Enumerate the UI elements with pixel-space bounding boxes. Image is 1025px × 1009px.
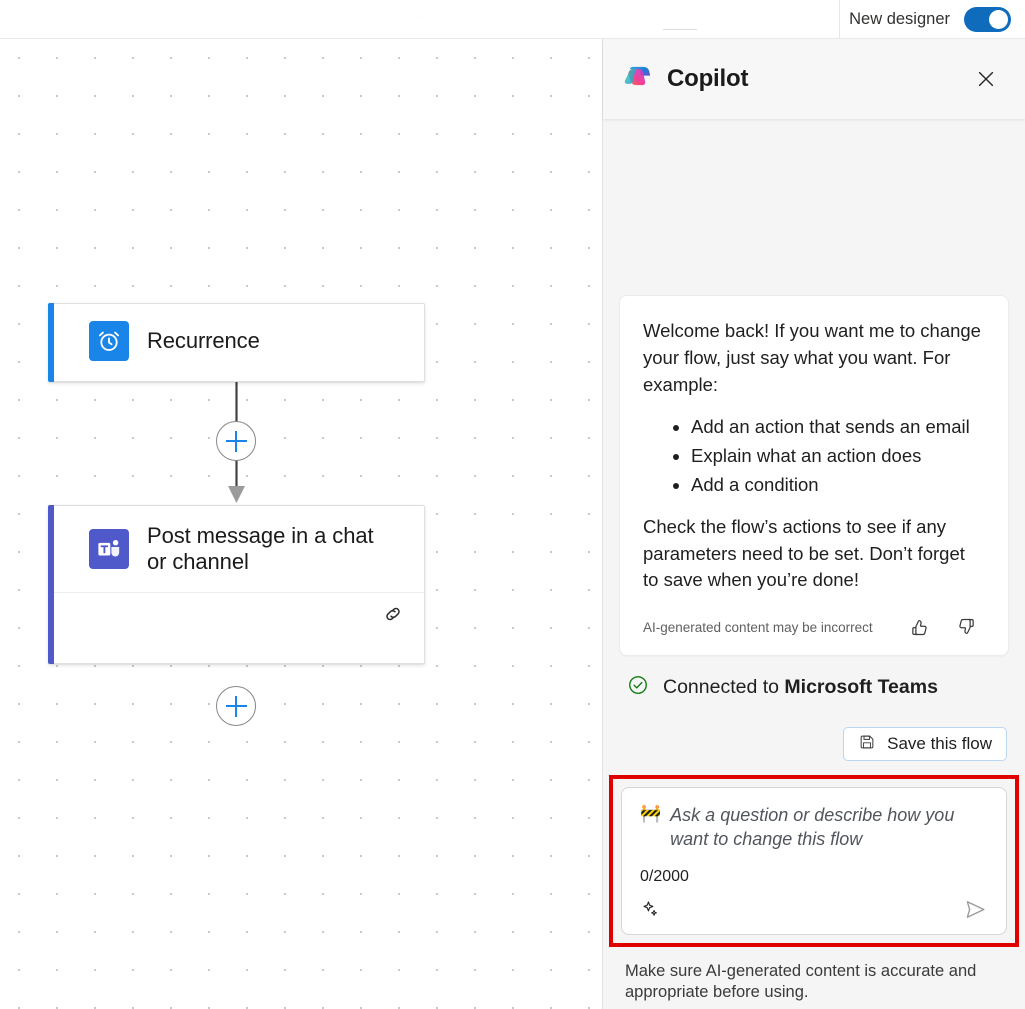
composer-highlight-box: 🚧 Ask a question or describe how you wan… — [609, 775, 1019, 947]
flow-node-recurrence[interactable]: Recurrence — [48, 303, 425, 382]
connection-status-text: Connected to Microsoft Teams — [663, 676, 938, 699]
suggested-actions-row: Save this flow — [619, 727, 1009, 761]
thumbs-down-icon[interactable] — [953, 614, 979, 640]
save-this-flow-label: Save this flow — [887, 734, 992, 754]
chat-composer[interactable]: 🚧 Ask a question or describe how you wan… — [621, 787, 1007, 935]
node-header: Recurrence — [49, 304, 424, 378]
truncated-toolbar-remnant-2 — [663, 29, 697, 30]
sparkles-icon[interactable] — [638, 896, 664, 922]
message-feedback-actions — [907, 614, 985, 640]
toolbar-divider — [839, 0, 840, 39]
connection-status-prefix: Connected to — [663, 676, 784, 698]
alarm-clock-icon — [89, 321, 129, 361]
composer-toolbar — [638, 894, 990, 924]
canvas-panel-divider — [602, 39, 603, 1009]
construction-barrier-icon: 🚧 — [640, 804, 661, 824]
add-step-button-1[interactable] — [216, 421, 256, 461]
close-icon[interactable] — [969, 62, 1003, 96]
message-outro: Check the flow’s actions to see if any p… — [643, 514, 985, 594]
copilot-conversation: Welcome back! If you want me to change y… — [603, 119, 1025, 947]
top-command-bar: · ·· ·· · New designer — [0, 0, 1025, 39]
flow-canvas[interactable]: Recurrence Post message in a chat or cha… — [0, 39, 603, 1009]
composer-placeholder-row: 🚧 Ask a question or describe how you wan… — [640, 804, 988, 852]
node-footer — [49, 592, 424, 636]
add-step-button-2[interactable] — [216, 686, 256, 726]
save-this-flow-button[interactable]: Save this flow — [843, 727, 1007, 761]
copilot-footer-note: Make sure AI-generated content is accura… — [603, 947, 1025, 1009]
new-designer-control: New designer — [849, 0, 1011, 39]
ai-disclaimer-text: AI-generated content may be incorrect — [643, 620, 873, 635]
toggle-knob — [989, 10, 1008, 29]
new-designer-toggle[interactable] — [964, 7, 1011, 32]
checkmark-circle-icon — [627, 674, 649, 701]
message-footer: AI-generated content may be incorrect — [643, 614, 985, 640]
thumbs-up-icon[interactable] — [907, 614, 933, 640]
node-title: Recurrence — [147, 328, 260, 354]
microsoft-teams-icon — [89, 529, 129, 569]
save-floppy-icon — [858, 733, 876, 756]
connection-service-name: Microsoft Teams — [784, 676, 938, 698]
node-header: Post message in a chat or channel — [49, 506, 424, 592]
character-count: 0/2000 — [640, 868, 689, 886]
list-item: Explain what an action does — [691, 443, 985, 470]
chat-input[interactable]: Ask a question or describe how you want … — [670, 804, 988, 852]
truncated-toolbar-remnant: · ·· ·· · — [408, 14, 446, 19]
assistant-message-card: Welcome back! If you want me to change y… — [619, 295, 1009, 656]
node-accent-bar — [48, 505, 54, 664]
flow-node-post-message[interactable]: Post message in a chat or channel — [48, 505, 425, 664]
message-suggestion-list: Add an action that sends an email Explai… — [643, 414, 985, 498]
new-designer-label: New designer — [849, 10, 950, 29]
node-title: Post message in a chat or channel — [147, 523, 377, 575]
copilot-panel-header: Copilot — [603, 39, 1025, 119]
power-automate-designer: · ·· ·· · New designer — [0, 0, 1025, 1009]
list-item: Add a condition — [691, 472, 985, 499]
copilot-logo-icon — [624, 62, 654, 97]
connection-status-row: Connected to Microsoft Teams — [619, 674, 1009, 701]
message-intro: Welcome back! If you want me to change y… — [643, 318, 985, 398]
link-icon[interactable] — [380, 601, 406, 627]
send-icon[interactable] — [960, 894, 990, 924]
copilot-panel-title: Copilot — [667, 65, 748, 93]
copilot-panel: Copilot Welcome back! If you want me to … — [603, 39, 1025, 1009]
list-item: Add an action that sends an email — [691, 414, 985, 441]
node-accent-bar — [48, 303, 54, 382]
